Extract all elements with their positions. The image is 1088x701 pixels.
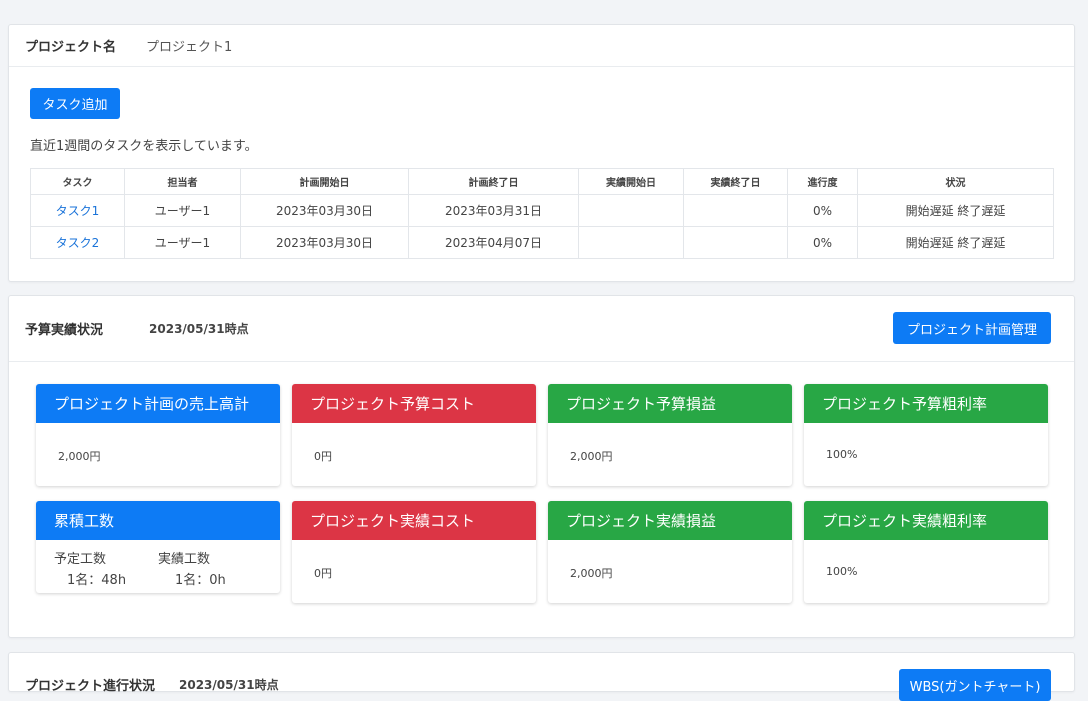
col-plan-end: 計画終了日 [408, 168, 579, 195]
progress-as-of: 2023/05/31時点 [179, 678, 279, 692]
metric-title: プロジェクト実績損益 [548, 501, 792, 540]
actual-start-cell [578, 194, 684, 227]
plan-start-cell: 2023年03月30日 [240, 226, 409, 259]
metric-card-cumulative-effort: 累積工数 予定工数 実績工数 1名：48h 1名：0h [36, 501, 280, 593]
table-row: タスク1 ユーザー1 2023年03月30日 2023年03月31日 0% 開始… [30, 194, 1054, 227]
recent-tasks-notice: 直近1週間のタスクを表示しています。 [30, 139, 258, 154]
metric-value: 2,000円 [570, 450, 613, 463]
col-task: タスク [30, 168, 125, 195]
task-link[interactable]: タスク1 [56, 204, 100, 218]
project-name-value: プロジェクト1 [146, 40, 233, 55]
budget-as-of: 2023/05/31時点 [149, 322, 249, 336]
metric-title: プロジェクト実績コスト [292, 501, 536, 540]
col-assignee: 担当者 [124, 168, 241, 195]
progress-cell: 0% [787, 194, 858, 227]
status-cell: 開始遅延 終了遅延 [857, 226, 1054, 259]
table-row: タスク2 ユーザー1 2023年03月30日 2023年04月07日 0% 開始… [30, 226, 1054, 259]
actual-end-cell [683, 194, 788, 227]
progress-title: プロジェクト進行状況 [25, 679, 156, 694]
col-status: 状況 [857, 168, 1054, 195]
task-table: タスク 担当者 計画開始日 計画終了日 実績開始日 実績終了日 進行度 状況 タ… [30, 168, 1054, 259]
assignee-cell: ユーザー1 [124, 226, 241, 259]
planned-effort-label: 予定工数 [54, 552, 107, 567]
metric-card-actual-margin: プロジェクト実績粗利率 100% [804, 501, 1048, 603]
actual-effort-label: 実績工数 [158, 552, 211, 567]
project-card: プロジェクト名 プロジェクト1 タスク追加 直近1週間のタスクを表示しています。… [8, 24, 1075, 282]
metric-value: 0円 [314, 567, 332, 580]
actual-start-cell [578, 226, 684, 259]
metric-card-budget-margin: プロジェクト予算粗利率 100% [804, 384, 1048, 486]
progress-cell: 0% [787, 226, 858, 259]
status-cell: 開始遅延 終了遅延 [857, 194, 1054, 227]
task-cell: タスク1 [30, 194, 125, 227]
progress-card: プロジェクト進行状況 2023/05/31時点 WBS(ガントチャート) [8, 652, 1075, 701]
budget-title: 予算実績状況 [25, 323, 104, 338]
col-progress: 進行度 [787, 168, 858, 195]
metric-value: 2,000円 [570, 567, 613, 580]
budget-card: 予算実績状況 2023/05/31時点 プロジェクト計画管理 プロジェクト計画の… [8, 295, 1075, 638]
effort-grid: 予定工数 実績工数 1名：48h 1名：0h [36, 540, 280, 593]
col-actual-start: 実績開始日 [578, 168, 684, 195]
wbs-gantt-button[interactable]: WBS(ガントチャート) [899, 669, 1051, 701]
task-link[interactable]: タスク2 [56, 236, 100, 250]
assignee-cell: ユーザー1 [124, 194, 241, 227]
metric-value: 100% [826, 448, 858, 461]
task-cell: タスク2 [30, 226, 125, 259]
metric-card-budget-profit: プロジェクト予算損益 2,000円 [548, 384, 792, 486]
task-table-header-row: タスク 担当者 計画開始日 計画終了日 実績開始日 実績終了日 進行度 状況 [30, 168, 1054, 195]
project-plan-manage-button[interactable]: プロジェクト計画管理 [893, 312, 1051, 344]
col-actual-end: 実績終了日 [683, 168, 788, 195]
metric-title: プロジェクト予算粗利率 [804, 384, 1048, 423]
project-card-header: プロジェクト名 プロジェクト1 [9, 25, 1074, 67]
metric-title: プロジェクト予算コスト [292, 384, 536, 423]
add-task-button[interactable]: タスク追加 [30, 88, 120, 119]
metric-title: プロジェクト計画の売上高計 [36, 384, 280, 423]
metric-card-budget-cost: プロジェクト予算コスト 0円 [292, 384, 536, 486]
plan-start-cell: 2023年03月30日 [240, 194, 409, 227]
metric-card-planned-sales: プロジェクト計画の売上高計 2,000円 [36, 384, 280, 486]
actual-end-cell [683, 226, 788, 259]
metric-value: 100% [826, 565, 858, 578]
metric-title: 累積工数 [36, 501, 280, 540]
metric-title: プロジェクト実績粗利率 [804, 501, 1048, 540]
metric-card-actual-profit: プロジェクト実績損益 2,000円 [548, 501, 792, 603]
planned-effort-value: 1名：48h [67, 573, 127, 588]
metric-value: 0円 [314, 450, 332, 463]
metric-value: 2,000円 [58, 450, 101, 463]
actual-effort-value: 1名：0h [175, 573, 226, 588]
plan-end-cell: 2023年04月07日 [408, 226, 579, 259]
plan-end-cell: 2023年03月31日 [408, 194, 579, 227]
progress-card-header: プロジェクト進行状況 2023/05/31時点 WBS(ガントチャート) [9, 653, 1074, 701]
col-plan-start: 計画開始日 [240, 168, 409, 195]
metric-card-actual-cost: プロジェクト実績コスト 0円 [292, 501, 536, 603]
metric-title: プロジェクト予算損益 [548, 384, 792, 423]
budget-card-header: 予算実績状況 2023/05/31時点 プロジェクト計画管理 [9, 296, 1074, 362]
project-name-label: プロジェクト名 [25, 40, 117, 55]
